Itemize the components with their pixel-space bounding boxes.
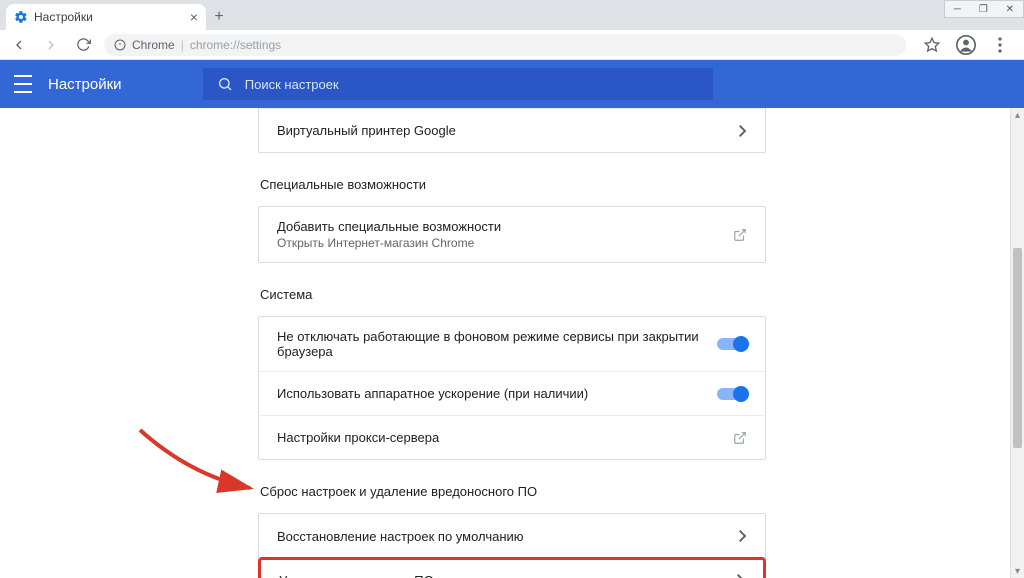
open-external-icon	[733, 431, 747, 445]
window-maximize-button[interactable]: ❐	[979, 4, 988, 15]
settings-header: Настройки	[0, 60, 1024, 108]
gear-icon	[14, 10, 28, 24]
tab-settings[interactable]: Настройки ×	[6, 4, 206, 30]
row-hardware-accel[interactable]: Использовать аппаратное ускорение (при н…	[259, 371, 765, 415]
profile-avatar-icon[interactable]	[956, 35, 976, 55]
toggle-hardware-accel[interactable]	[717, 388, 747, 400]
content-viewport: Виртуальный принтер Google Специальные в…	[0, 108, 1010, 578]
row-label: Использовать аппаратное ускорение (при н…	[277, 386, 717, 401]
row-subtitle: Открыть Интернет-магазин Chrome	[277, 236, 733, 250]
search-icon	[217, 76, 233, 92]
settings-search[interactable]	[203, 68, 713, 100]
row-google-cloud-print[interactable]: Виртуальный принтер Google	[259, 108, 765, 152]
addr-path: chrome://settings	[190, 38, 281, 52]
row-label: Не отключать работающие в фоновом режиме…	[277, 329, 717, 359]
kebab-menu-icon[interactable]	[990, 35, 1010, 55]
section-reset-title: Сброс настроек и удаление вредоносного П…	[260, 484, 766, 499]
vertical-scrollbar[interactable]: ▴ ▾	[1010, 108, 1024, 578]
chevron-right-icon	[739, 125, 747, 137]
row-restore-defaults[interactable]: Восстановление настроек по умолчанию	[259, 514, 765, 558]
toolbar: Chrome | chrome://settings	[0, 30, 1024, 60]
site-info-icon[interactable]	[114, 39, 126, 51]
settings-search-input[interactable]	[245, 77, 699, 92]
row-background-apps[interactable]: Не отключать работающие в фоновом режиме…	[259, 317, 765, 371]
addr-separator: |	[181, 38, 184, 52]
scroll-up-icon[interactable]: ▴	[1011, 108, 1024, 122]
addr-origin: Chrome	[132, 38, 175, 52]
window-close-button[interactable]: ✕	[1006, 4, 1014, 15]
row-label: Восстановление настроек по умолчанию	[277, 529, 739, 544]
menu-hamburger-icon[interactable]	[14, 75, 32, 93]
row-proxy-settings[interactable]: Настройки прокси-сервера	[259, 415, 765, 459]
back-button[interactable]	[8, 34, 30, 56]
row-cleanup-computer[interactable]: Удалить вредоносное ПО с компьютера	[261, 560, 763, 578]
bookmark-star-icon[interactable]	[922, 35, 942, 55]
window-controls: ─ ❐ ✕	[944, 0, 1024, 18]
section-system-title: Система	[260, 287, 766, 302]
forward-button[interactable]	[40, 34, 62, 56]
tab-close-icon[interactable]: ×	[190, 10, 198, 24]
scroll-down-icon[interactable]: ▾	[1011, 564, 1024, 578]
section-accessibility-title: Специальные возможности	[260, 177, 766, 192]
row-cleanup-computer-highlighted: Удалить вредоносное ПО с компьютера	[258, 557, 766, 578]
open-external-icon	[733, 228, 747, 242]
row-label: Виртуальный принтер Google	[277, 123, 739, 138]
new-tab-button[interactable]: +	[206, 4, 232, 30]
scrollbar-thumb[interactable]	[1013, 248, 1022, 448]
chevron-right-icon	[737, 574, 745, 578]
toggle-background-apps[interactable]	[717, 338, 747, 350]
row-label: Удалить вредоносное ПО с компьютера	[279, 573, 737, 578]
row-add-accessibility[interactable]: Добавить специальные возможности Открыть…	[259, 207, 765, 262]
page-title: Настройки	[48, 76, 122, 93]
chevron-right-icon	[739, 530, 747, 542]
row-label: Настройки прокси-сервера	[277, 430, 733, 445]
tab-strip: Настройки × +	[0, 0, 1024, 30]
reload-button[interactable]	[72, 34, 94, 56]
tab-title: Настройки	[34, 10, 93, 24]
address-bar[interactable]: Chrome | chrome://settings	[104, 34, 906, 56]
row-label: Добавить специальные возможности	[277, 219, 733, 234]
window-minimize-button[interactable]: ─	[954, 4, 961, 15]
